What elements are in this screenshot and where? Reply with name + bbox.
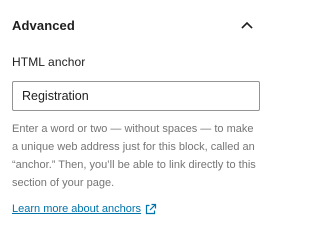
advanced-panel-toggle[interactable]: Advanced <box>0 0 265 50</box>
chevron-up-icon <box>240 18 254 32</box>
html-anchor-label: HTML anchor <box>12 55 86 69</box>
learn-more-link-label: Learn more about anchors <box>12 203 142 215</box>
anchor-help-text: Enter a word or two — without spaces — t… <box>12 123 256 189</box>
html-anchor-input[interactable] <box>12 81 260 111</box>
learn-more-anchors-link[interactable]: Learn more about anchors <box>12 200 157 218</box>
external-link-icon <box>144 203 157 216</box>
advanced-panel: Advanced HTML anchor Enter a word or two… <box>0 0 265 226</box>
panel-title: Advanced <box>12 17 75 33</box>
